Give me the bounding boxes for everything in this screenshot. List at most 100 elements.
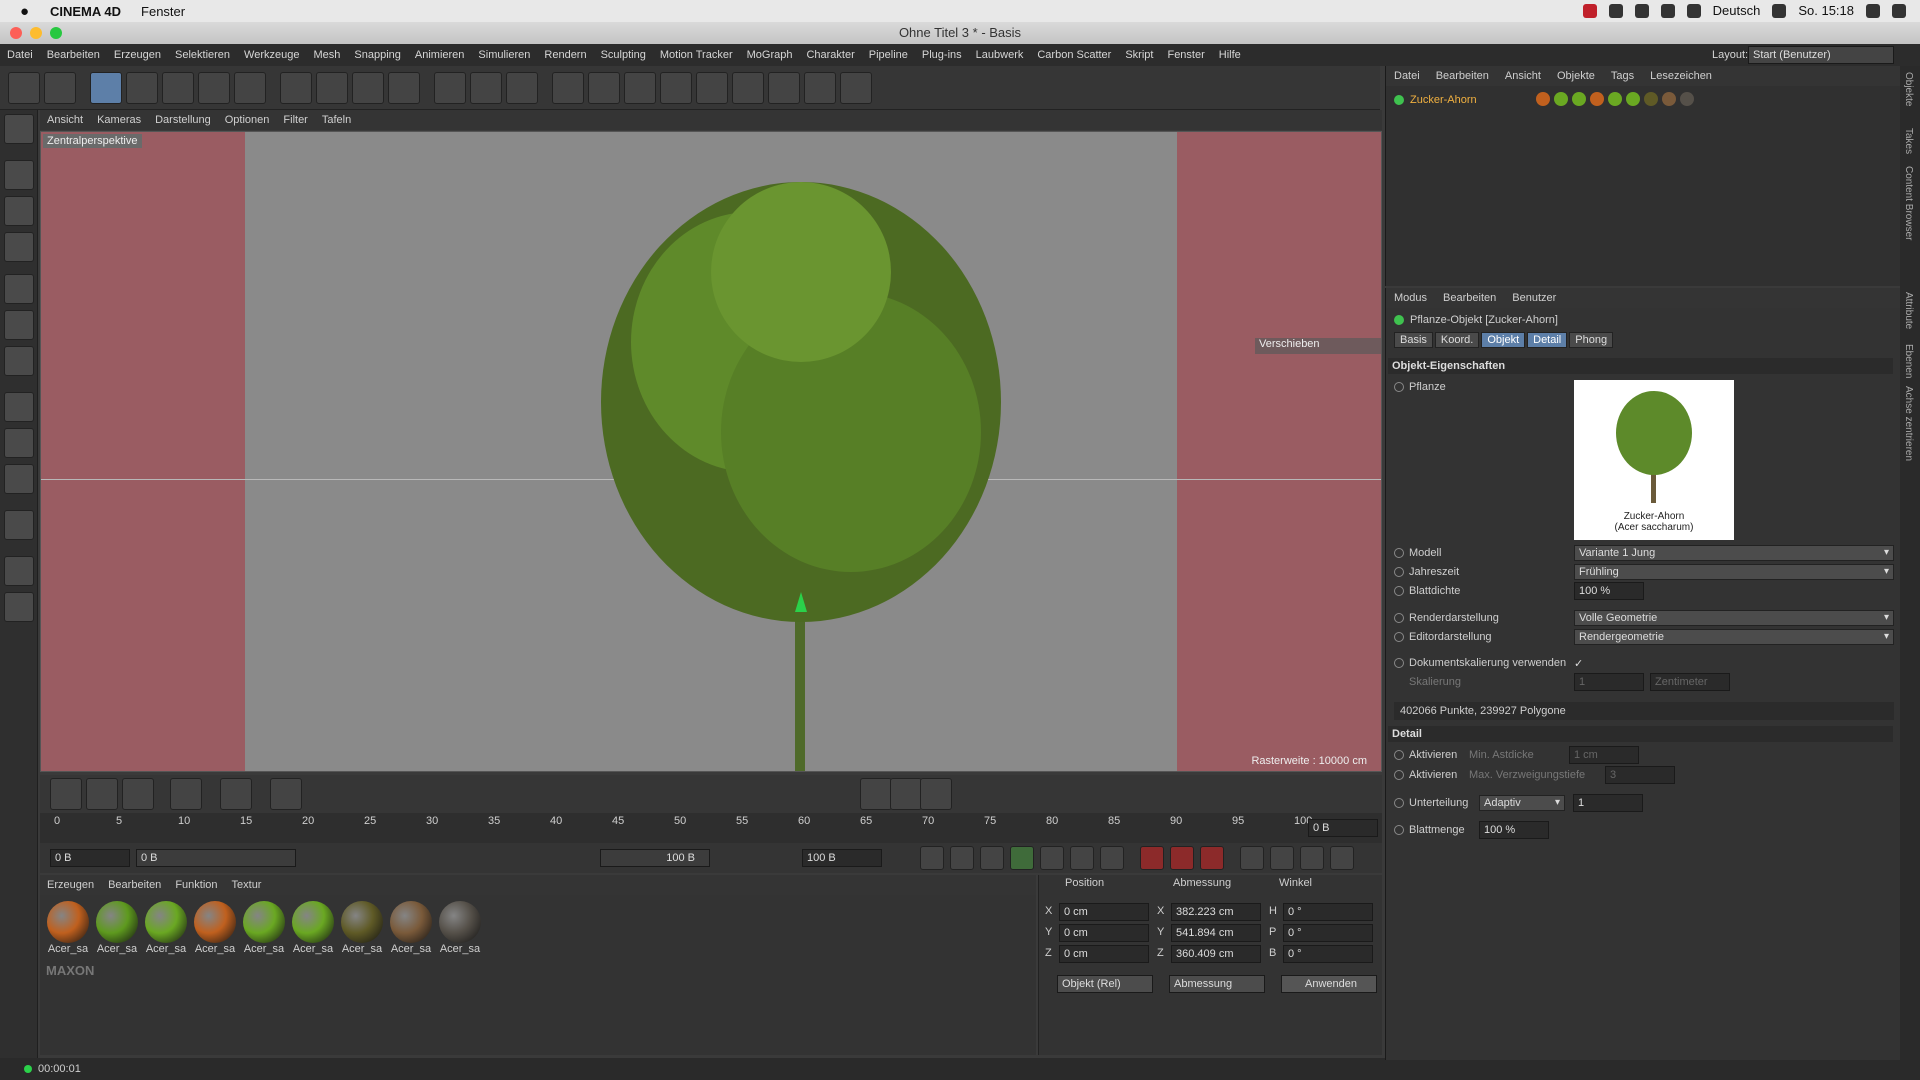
leaf-density-field[interactable]: 100 % bbox=[1574, 582, 1644, 600]
season-dropdown[interactable]: Frühling bbox=[1574, 564, 1894, 580]
camera-icon[interactable] bbox=[768, 72, 800, 104]
am-menu-modus[interactable]: Modus bbox=[1386, 292, 1435, 304]
om-menu-lesezeichen[interactable]: Lesezeichen bbox=[1642, 70, 1720, 82]
notification-icon[interactable] bbox=[1892, 3, 1906, 18]
leaf-amount-field[interactable]: 100 % bbox=[1479, 821, 1549, 839]
array-icon[interactable] bbox=[660, 72, 692, 104]
material-item[interactable]: Acer_sa bbox=[46, 901, 90, 955]
size-z-field[interactable]: 360.409 cm bbox=[1171, 945, 1261, 963]
prev-key-icon[interactable] bbox=[950, 846, 974, 870]
rot-h-field[interactable]: 0 ° bbox=[1283, 903, 1373, 921]
go-end-icon[interactable] bbox=[1100, 846, 1124, 870]
sidetab-takes[interactable]: Takes bbox=[1903, 128, 1914, 154]
layout-dropdown[interactable]: Start (Benutzer) bbox=[1748, 46, 1894, 64]
timeline-ruler[interactable]: 0 5 10 15 20 25 30 35 40 45 50 55 60 65 … bbox=[40, 813, 1382, 843]
size-x-field[interactable]: 382.223 cm bbox=[1171, 903, 1261, 921]
mac-menu-fenster[interactable]: Fenster bbox=[141, 4, 185, 19]
tab-basis[interactable]: Basis bbox=[1394, 332, 1433, 348]
polygons-mode-icon[interactable] bbox=[4, 346, 34, 376]
brush-tool-icon[interactable] bbox=[86, 778, 118, 810]
om-menu-tags[interactable]: Tags bbox=[1603, 70, 1642, 82]
sidetab-achse[interactable]: Achse zentrieren bbox=[1903, 386, 1914, 461]
psr-tool-icon[interactable] bbox=[920, 778, 952, 810]
viewport[interactable]: Zentralperspektive Verschieben Rasterwei… bbox=[40, 131, 1382, 772]
minimize-window-icon[interactable] bbox=[30, 27, 42, 39]
autokey-icon[interactable] bbox=[1170, 846, 1194, 870]
docscale-checkbox[interactable]: ✓ bbox=[1574, 657, 1583, 670]
anim-toggle-icon[interactable] bbox=[1394, 586, 1404, 596]
menu-selektieren[interactable]: Selektieren bbox=[168, 49, 237, 61]
vp-menu-optionen[interactable]: Optionen bbox=[218, 114, 277, 126]
anim-toggle-icon[interactable] bbox=[1394, 750, 1404, 760]
grid-icon[interactable] bbox=[4, 556, 34, 586]
prev-frame-icon[interactable] bbox=[980, 846, 1004, 870]
vp-menu-ansicht[interactable]: Ansicht bbox=[40, 114, 90, 126]
make-editable-icon[interactable] bbox=[4, 114, 34, 144]
material-tags[interactable] bbox=[1536, 92, 1726, 108]
material-item[interactable]: Acer_sa bbox=[438, 901, 482, 955]
zoom-window-icon[interactable] bbox=[50, 27, 62, 39]
anim-toggle-icon[interactable] bbox=[1394, 548, 1404, 558]
subdivision-icon[interactable] bbox=[624, 72, 656, 104]
range-end-field[interactable]: 100 B bbox=[600, 849, 710, 867]
om-menu-objekte[interactable]: Objekte bbox=[1549, 70, 1603, 82]
material-item[interactable]: Acer_sa bbox=[242, 901, 286, 955]
menu-animieren[interactable]: Animieren bbox=[408, 49, 472, 61]
floor-icon[interactable] bbox=[732, 72, 764, 104]
anim-toggle-icon[interactable] bbox=[1394, 658, 1404, 668]
sidetab-content-browser[interactable]: Content Browser bbox=[1903, 166, 1914, 240]
sculpt-tool-icon[interactable] bbox=[50, 778, 82, 810]
tag-icon[interactable] bbox=[1680, 92, 1694, 106]
bridge-tool-icon[interactable] bbox=[220, 778, 252, 810]
end-frame-field[interactable]: 100 B bbox=[802, 849, 882, 867]
pos-z-field[interactable]: 0 cm bbox=[1059, 945, 1149, 963]
size-mode-dropdown[interactable]: Abmessung bbox=[1169, 975, 1265, 993]
mat-menu-textur[interactable]: Textur bbox=[225, 879, 269, 891]
light-icon[interactable] bbox=[804, 72, 836, 104]
next-frame-icon[interactable] bbox=[1040, 846, 1064, 870]
menu-hilfe[interactable]: Hilfe bbox=[1212, 49, 1248, 61]
redo-icon[interactable] bbox=[44, 72, 76, 104]
y-axis-icon[interactable] bbox=[316, 72, 348, 104]
anim-toggle-icon[interactable] bbox=[1394, 770, 1404, 780]
menu-sculpting[interactable]: Sculpting bbox=[594, 49, 653, 61]
apply-button[interactable]: Anwenden bbox=[1281, 975, 1377, 993]
render-picture-viewer-icon[interactable] bbox=[470, 72, 502, 104]
tab-koord[interactable]: Koord. bbox=[1434, 332, 1480, 348]
points-mode-icon[interactable] bbox=[4, 274, 34, 304]
tab-objekt[interactable]: Objekt bbox=[1481, 332, 1526, 348]
object-row[interactable]: Zucker-Ahorn bbox=[1394, 94, 1477, 106]
material-item[interactable]: Acer_sa bbox=[193, 901, 237, 955]
key-param-icon[interactable] bbox=[1330, 846, 1354, 870]
vp-menu-filter[interactable]: Filter bbox=[276, 114, 314, 126]
object-tool-icon[interactable] bbox=[860, 778, 892, 810]
material-item[interactable]: Acer_sa bbox=[389, 901, 433, 955]
menu-simulieren[interactable]: Simulieren bbox=[471, 49, 537, 61]
anim-toggle-icon[interactable] bbox=[1394, 382, 1404, 392]
anim-toggle-icon[interactable] bbox=[1394, 567, 1404, 577]
object-name[interactable]: Zucker-Ahorn bbox=[1410, 94, 1477, 106]
material-item[interactable]: Acer_sa bbox=[291, 901, 335, 955]
next-key-icon[interactable] bbox=[1070, 846, 1094, 870]
edges-mode-icon[interactable] bbox=[4, 310, 34, 340]
coord-mode-dropdown[interactable]: Objekt (Rel) bbox=[1057, 975, 1153, 993]
anim-toggle-icon[interactable] bbox=[1394, 632, 1404, 642]
mat-menu-funktion[interactable]: Funktion bbox=[168, 879, 224, 891]
scale-field[interactable]: 1 bbox=[1574, 673, 1644, 691]
pos-y-field[interactable]: 0 cm bbox=[1059, 924, 1149, 942]
menu-carbon-scatter[interactable]: Carbon Scatter bbox=[1030, 49, 1118, 61]
play-icon[interactable] bbox=[1010, 846, 1034, 870]
extrude-tool-icon[interactable] bbox=[170, 778, 202, 810]
vp-menu-kameras[interactable]: Kameras bbox=[90, 114, 148, 126]
render-display-dropdown[interactable]: Volle Geometrie bbox=[1574, 610, 1894, 626]
menu-bearbeiten[interactable]: Bearbeiten bbox=[40, 49, 107, 61]
scale-tool-icon[interactable] bbox=[162, 72, 194, 104]
menu-motion-tracker[interactable]: Motion Tracker bbox=[653, 49, 740, 61]
clock[interactable]: So. 15:18 bbox=[1798, 3, 1854, 18]
menu-erzeugen[interactable]: Erzeugen bbox=[107, 49, 168, 61]
range-start-field[interactable]: 0 B bbox=[136, 849, 296, 867]
render-view-icon[interactable] bbox=[434, 72, 466, 104]
tree-model[interactable] bbox=[581, 162, 1021, 772]
go-start-icon[interactable] bbox=[920, 846, 944, 870]
tag-icon[interactable] bbox=[1608, 92, 1622, 106]
